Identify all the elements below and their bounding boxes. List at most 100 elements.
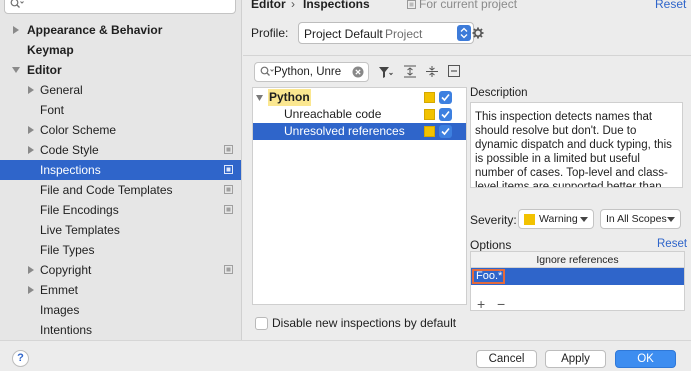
project-scope-icon: [224, 165, 233, 174]
cancel-button[interactable]: Cancel: [476, 350, 537, 368]
sidebar-item-intentions[interactable]: Intentions: [0, 320, 241, 340]
enabled-checkbox[interactable]: [439, 125, 452, 138]
breadcrumb-current: Inspections: [303, 0, 370, 11]
reset-link[interactable]: Reset: [655, 0, 686, 11]
sidebar-item-label: Inspections: [40, 163, 101, 177]
collapse-all-icon[interactable]: [426, 65, 438, 78]
disable-new-inspections-label[interactable]: Disable new inspections by default: [272, 316, 456, 330]
chevron-right-icon[interactable]: [27, 86, 35, 94]
tree-row-unreachable-code[interactable]: Unreachable code: [253, 106, 466, 123]
warning-icon: [524, 214, 535, 225]
sidebar-item-inspections[interactable]: Inspections: [0, 160, 241, 180]
chevron-right-icon[interactable]: [12, 26, 20, 34]
scope-select[interactable]: In All Scopes: [600, 209, 681, 229]
sidebar-item-images[interactable]: Images: [0, 300, 241, 320]
sidebar-item-appearance-behavior[interactable]: Appearance & Behavior: [0, 20, 241, 40]
scope-value: In All Scopes: [606, 213, 667, 225]
filter-value: Python, Unre: [274, 66, 342, 78]
clear-filter-icon[interactable]: [352, 66, 364, 78]
ok-button[interactable]: OK: [615, 350, 676, 368]
settings-search-input[interactable]: [4, 0, 236, 14]
search-icon: [10, 0, 24, 9]
sidebar-item-file-and-code-templates[interactable]: File and Code Templates: [0, 180, 241, 200]
project-scope-icon: [224, 205, 233, 214]
filter-icon[interactable]: [378, 66, 394, 79]
scope-note: For current project: [419, 0, 518, 11]
description-box: This inspection detects names that shoul…: [470, 102, 683, 188]
project-scope-icon: [224, 145, 233, 154]
sidebar-item-font[interactable]: Font: [0, 100, 241, 120]
tree-row-label: Python: [268, 89, 311, 106]
profile-value: Project Default: [304, 27, 383, 41]
sidebar-item-label: Emmet: [40, 283, 79, 297]
profile-select[interactable]: Project Default Project: [298, 22, 474, 44]
sidebar-item-keymap[interactable]: Keymap: [0, 40, 241, 60]
tree-row-label: Unresolved references: [284, 124, 405, 138]
sidebar-item-label: General: [40, 83, 83, 97]
profile-scope: Project: [385, 27, 423, 41]
add-row-button[interactable]: +: [477, 296, 485, 312]
apply-button[interactable]: Apply: [545, 350, 606, 368]
description-title: Description: [470, 87, 528, 99]
sidebar-item-label: File Types: [40, 243, 95, 257]
sidebar-item-label: File Encodings: [40, 203, 119, 217]
tree-row-python[interactable]: Python: [253, 89, 466, 106]
severity-select[interactable]: Warning: [518, 209, 594, 229]
help-button[interactable]: ?: [12, 350, 29, 367]
project-scope-icon: [224, 185, 233, 194]
sidebar-item-file-types[interactable]: File Types: [0, 240, 241, 260]
search-icon: [260, 66, 274, 77]
expand-all-icon[interactable]: [404, 65, 416, 78]
severity-marker: [424, 109, 435, 120]
sidebar-item-code-style[interactable]: Code Style: [0, 140, 241, 160]
column-header[interactable]: Ignore references: [471, 252, 684, 268]
sidebar-item-file-encodings[interactable]: File Encodings: [0, 200, 241, 220]
severity-value: Warning: [539, 213, 578, 225]
severity-marker: [424, 126, 435, 137]
enabled-checkbox[interactable]: [439, 108, 452, 121]
chevron-right-icon[interactable]: [27, 266, 35, 274]
description-text: This inspection detects names that shoul…: [475, 111, 672, 188]
sidebar-item-emmet[interactable]: Emmet: [0, 280, 241, 300]
chevron-down-icon[interactable]: [256, 95, 263, 101]
chevron-right-icon[interactable]: [27, 126, 35, 134]
sidebar-item-label: Appearance & Behavior: [27, 23, 163, 37]
severity-marker: [424, 92, 435, 103]
sidebar-item-label: Copyright: [40, 263, 92, 277]
sidebar-item-color-scheme[interactable]: Color Scheme: [0, 120, 241, 140]
sidebar-item-editor[interactable]: Editor: [0, 60, 241, 80]
remove-row-button[interactable]: −: [497, 296, 505, 312]
severity-label: Severity:: [470, 213, 517, 227]
settings-sidebar: Appearance & Behavior Keymap Editor General…: [0, 0, 242, 340]
reset-to-defaults-icon[interactable]: [448, 65, 460, 77]
chevron-down-icon: [580, 217, 588, 222]
chevron-right-icon[interactable]: [27, 286, 35, 294]
updown-icon: [457, 25, 471, 41]
chevron-down-icon[interactable]: [12, 66, 20, 74]
sidebar-item-label: Live Templates: [40, 223, 120, 237]
sidebar-item-label: Intentions: [40, 323, 93, 337]
options-label: Options: [470, 238, 512, 252]
sidebar-item-label: Editor: [27, 63, 62, 77]
profile-label: Profile:: [251, 26, 289, 40]
project-scope-icon: [224, 265, 233, 274]
chevron-right-icon[interactable]: [27, 146, 35, 154]
options-reset-link[interactable]: Reset: [657, 238, 687, 250]
table-cell-editor[interactable]: Foo.*: [472, 269, 505, 284]
dialog-footer: ? Cancel Apply OK: [0, 340, 691, 371]
disable-new-inspections-checkbox[interactable]: [255, 317, 268, 330]
sidebar-item-general[interactable]: General: [0, 80, 241, 100]
sidebar-item-live-templates[interactable]: Live Templates: [0, 220, 241, 240]
sidebar-item-label: Images: [40, 303, 80, 317]
table-row[interactable]: Foo.*: [471, 268, 684, 285]
sidebar-item-label: Color Scheme: [40, 123, 117, 137]
sidebar-item-copyright[interactable]: Copyright: [0, 260, 241, 280]
breadcrumb-parent[interactable]: Editor: [251, 0, 286, 11]
gear-icon[interactable]: [472, 27, 484, 39]
tree-row-unresolved-references[interactable]: Unresolved references: [253, 123, 466, 140]
sidebar-item-label: Font: [40, 103, 65, 117]
sidebar-item-label: Keymap: [27, 43, 74, 57]
sidebar-item-label: File and Code Templates: [40, 183, 173, 197]
enabled-checkbox[interactable]: [439, 91, 452, 104]
inspection-tree: Python Unreachable code Unresolved refer…: [252, 87, 467, 305]
